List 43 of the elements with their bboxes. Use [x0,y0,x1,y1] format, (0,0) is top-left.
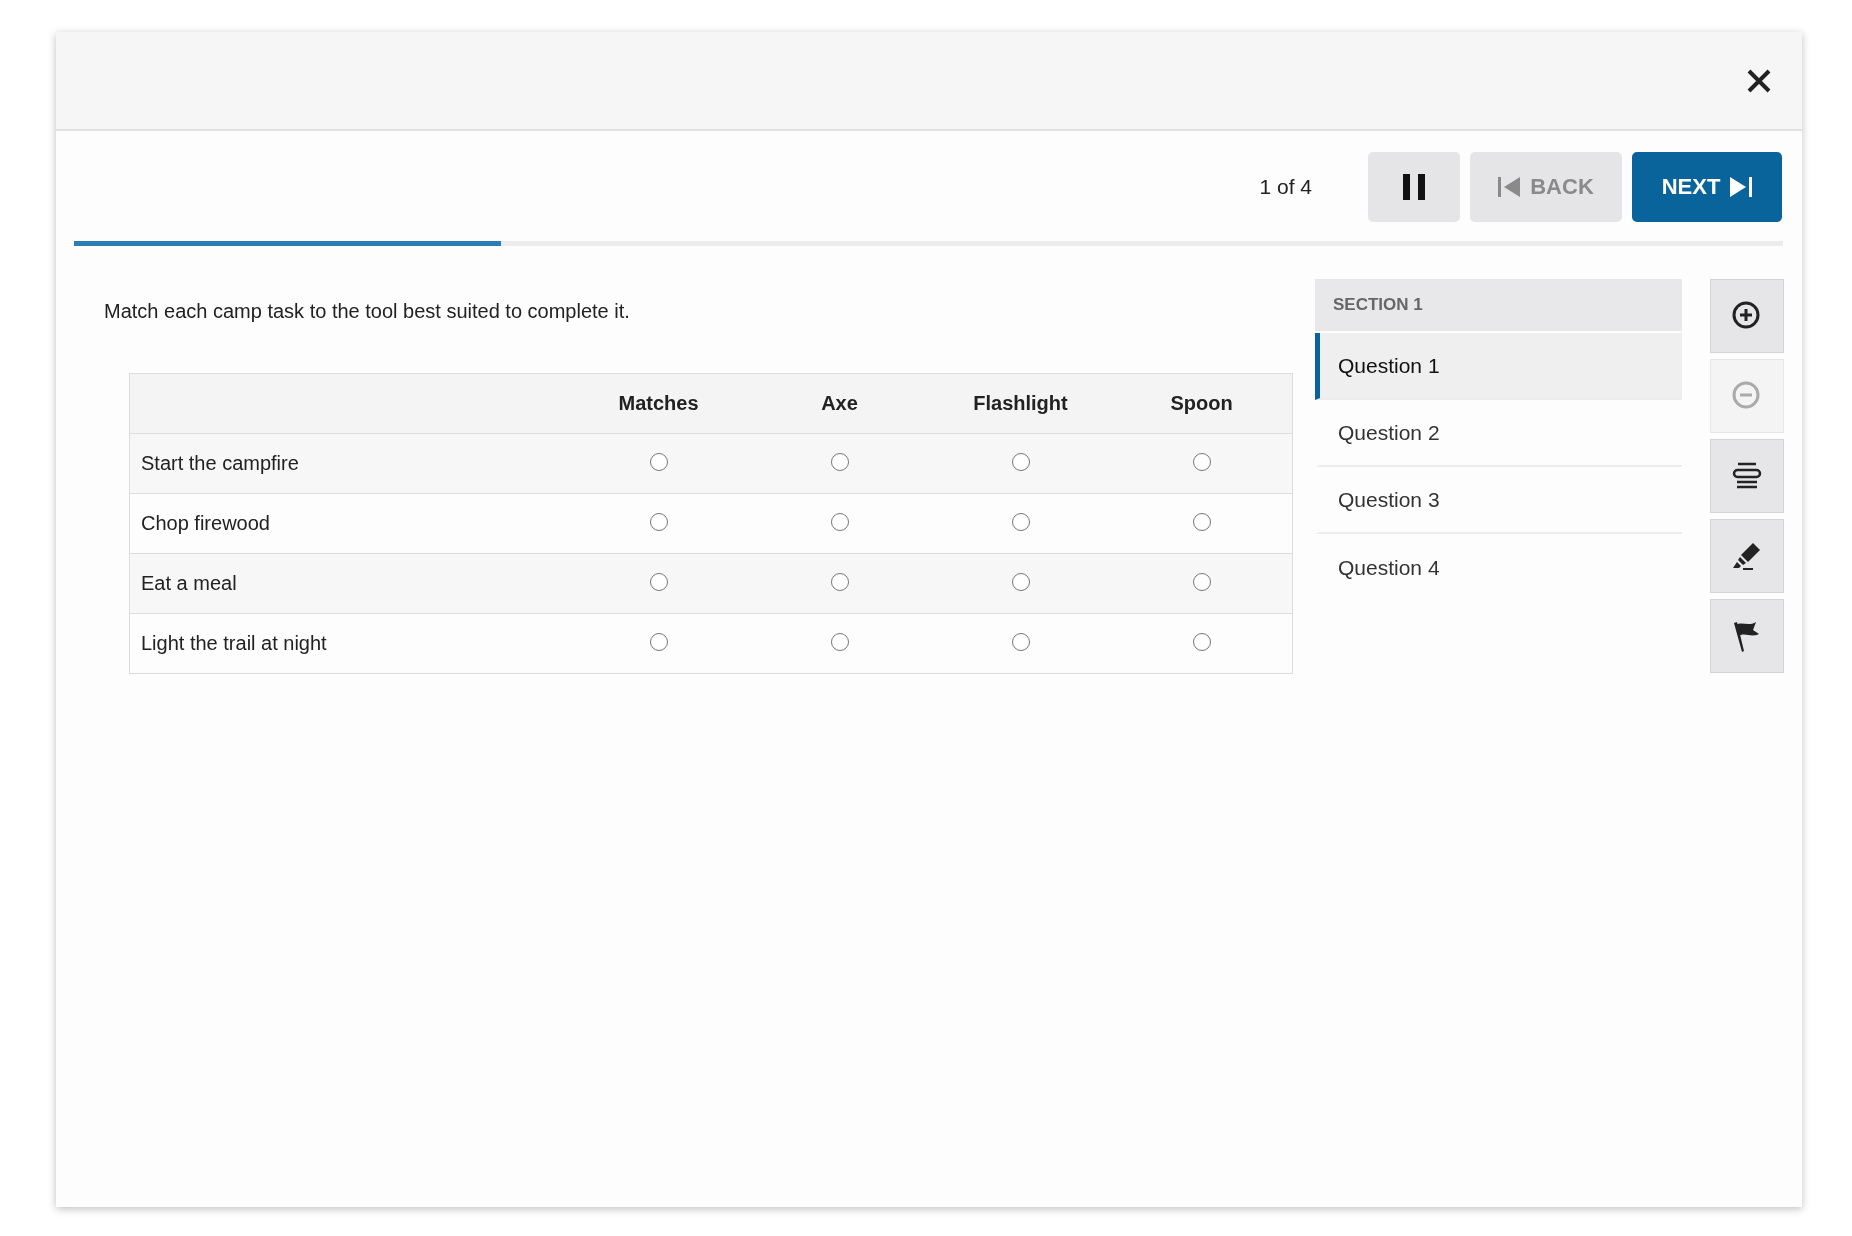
radio-button[interactable] [830,572,849,591]
radio-button[interactable] [649,572,668,591]
radio-button[interactable] [649,512,668,531]
radio-button[interactable] [1192,452,1211,471]
pause-button[interactable] [1368,152,1460,222]
line-reader-button[interactable] [1710,439,1784,513]
column-header: Axe [749,373,930,434]
radio-button[interactable] [1192,572,1211,591]
question-nav-item[interactable]: Question 1 [1315,333,1682,400]
section-header: SECTION 1 [1315,279,1682,331]
column-header: Spoon [1111,373,1293,434]
row-label: Eat a meal [129,553,568,614]
pause-icon [1403,174,1425,200]
line-reader-icon [1732,462,1762,490]
radio-button[interactable] [1192,512,1211,531]
radio-button[interactable] [1011,512,1030,531]
radio-button[interactable] [1011,632,1030,651]
radio-button[interactable] [1011,572,1030,591]
row-label: Light the trail at night [129,613,568,674]
radio-button[interactable] [830,512,849,531]
question-counter: 1 of 4 [1259,175,1312,199]
next-button[interactable]: NEXT [1632,152,1782,222]
question-prompt: Match each camp task to the tool best suited to complete it. [104,300,631,323]
question-nav-item[interactable]: Question 2 [1315,400,1682,467]
radio-button[interactable] [830,452,849,471]
skip-forward-icon [1730,176,1753,198]
row-label: Chop firewood [129,493,568,554]
column-header: Flashlight [930,373,1111,434]
radio-button[interactable] [1192,632,1211,651]
highlighter-icon [1731,540,1763,572]
radio-button[interactable] [1011,452,1030,471]
flag-button[interactable] [1710,599,1784,673]
close-icon [1746,67,1772,94]
radio-button[interactable] [830,632,849,651]
row-label: Start the campfire [129,433,568,494]
highlighter-button[interactable] [1710,519,1784,593]
column-header: Matches [568,373,749,434]
skip-back-icon [1498,176,1521,198]
question-nav-item[interactable]: Question 4 [1315,534,1682,601]
radio-button[interactable] [649,632,668,651]
radio-button[interactable] [649,452,668,471]
zoom-in-button[interactable] [1710,279,1784,353]
question-nav-item[interactable]: Question 3 [1315,467,1682,534]
